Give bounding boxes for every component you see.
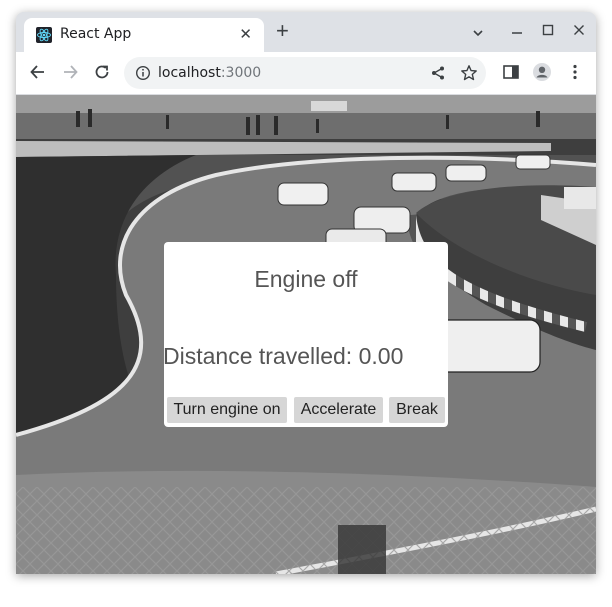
browser-window: React App ✕ + localhost:3000 Engine off … — [16, 12, 596, 574]
url-text[interactable]: localhost:3000 — [158, 65, 261, 81]
tab-close-icon[interactable]: ✕ — [239, 25, 252, 43]
url-host: localhost — [158, 65, 221, 81]
browser-toolbar: localhost:3000 — [16, 52, 596, 95]
site-info-icon[interactable] — [135, 65, 151, 81]
browser-tab[interactable]: React App ✕ — [24, 18, 264, 52]
turn-engine-on-button[interactable]: Turn engine on — [167, 397, 287, 423]
engine-status-text: Engine off — [254, 266, 358, 292]
close-window-icon[interactable] — [572, 23, 586, 37]
new-tab-button[interactable]: + — [276, 20, 289, 42]
accelerate-button[interactable]: Accelerate — [294, 397, 383, 423]
address-bar[interactable]: localhost:3000 — [124, 57, 486, 89]
engine-control-panel: Engine off Distance travelled: 0.00 Turn… — [163, 242, 448, 427]
forward-arrow-icon[interactable] — [60, 62, 80, 82]
react-logo-icon — [36, 27, 52, 43]
tab-title: React App — [60, 26, 132, 42]
side-panel-icon[interactable] — [501, 62, 521, 82]
brake-button[interactable]: Break — [389, 397, 445, 423]
share-icon[interactable] — [430, 65, 446, 81]
url-port: :3000 — [220, 65, 262, 81]
tab-strip: React App ✕ + — [16, 12, 596, 52]
page-viewport: Engine off Distance travelled: 0.00 Turn… — [16, 95, 596, 574]
menu-kebab-icon[interactable] — [565, 62, 585, 82]
tab-search-chevron-icon[interactable] — [471, 26, 485, 40]
minimize-icon[interactable] — [510, 24, 524, 38]
distance-travelled-text: Distance travelled: 0.00 — [163, 343, 404, 369]
bookmark-star-icon[interactable] — [460, 64, 478, 82]
back-arrow-icon[interactable] — [28, 62, 48, 82]
profile-avatar-icon[interactable] — [532, 62, 552, 82]
maximize-icon[interactable] — [541, 23, 555, 37]
reload-icon[interactable] — [92, 62, 112, 82]
